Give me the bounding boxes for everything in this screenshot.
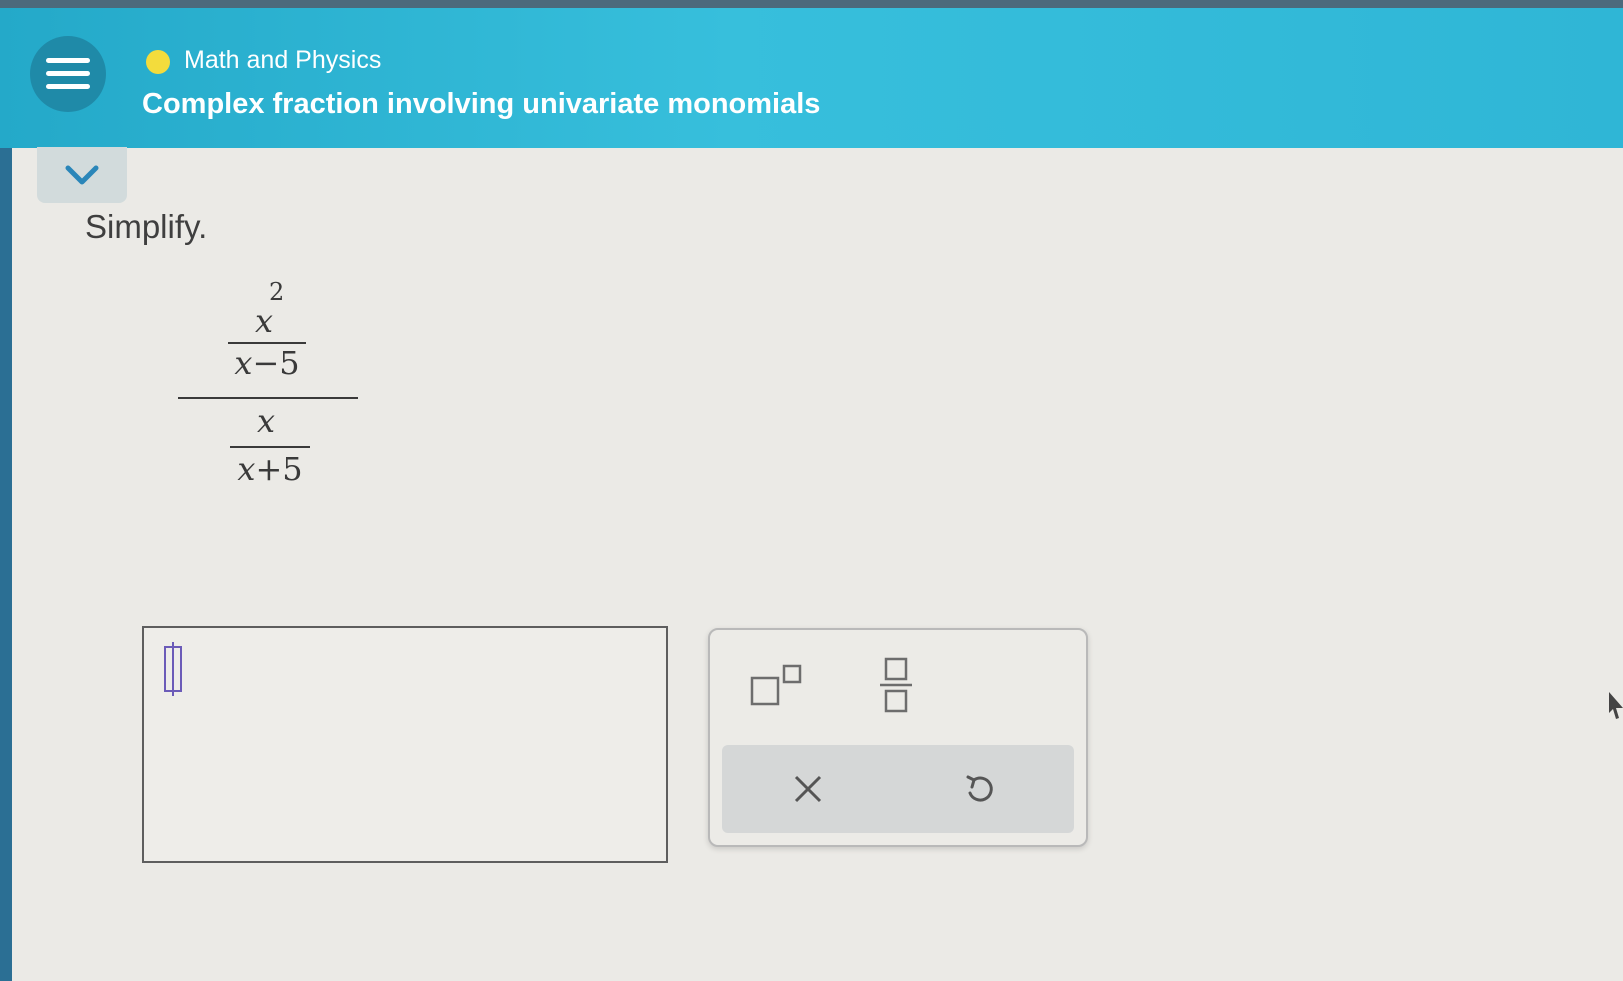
upper-numerator-exponent: 2 [269,278,285,306]
undo-button[interactable] [962,771,998,812]
complex-fraction: x 2 x−5 x x+5 [176,278,366,500]
clear-icon [794,775,822,803]
menu-button[interactable] [30,36,106,112]
superscript-icon [750,664,802,706]
chevron-down-icon [65,165,99,185]
fraction-icon [880,657,912,713]
instruction-text: Simplify. [85,208,208,245]
lower-fraction-bar [230,446,310,448]
main-fraction-bar [178,397,358,399]
math-toolbox [708,628,1088,847]
upper-numerator-var: x [254,302,274,340]
undo-icon [966,775,993,802]
action-bar [722,745,1074,833]
clear-button[interactable] [792,773,824,810]
page-title: Complex fraction involving univariate mo… [142,88,821,120]
hamburger-icon [46,58,90,90]
topic-status-dot [146,50,170,74]
lower-numerator: x [256,402,276,440]
lower-denominator: x+5 [237,450,303,488]
answer-input[interactable] [142,626,668,863]
header-bar: Math and Physics Complex fraction involv… [0,8,1623,148]
upper-denominator: x−5 [234,344,300,382]
mouse-pointer-icon [1609,692,1623,719]
fraction-button[interactable] [878,656,914,721]
upper-numerator: x [244,302,284,340]
left-edge [0,148,12,981]
text-cursor [164,642,182,696]
topic-label: Math and Physics [184,46,382,74]
superscript-button[interactable] [750,662,806,715]
collapse-toggle[interactable] [37,147,127,203]
